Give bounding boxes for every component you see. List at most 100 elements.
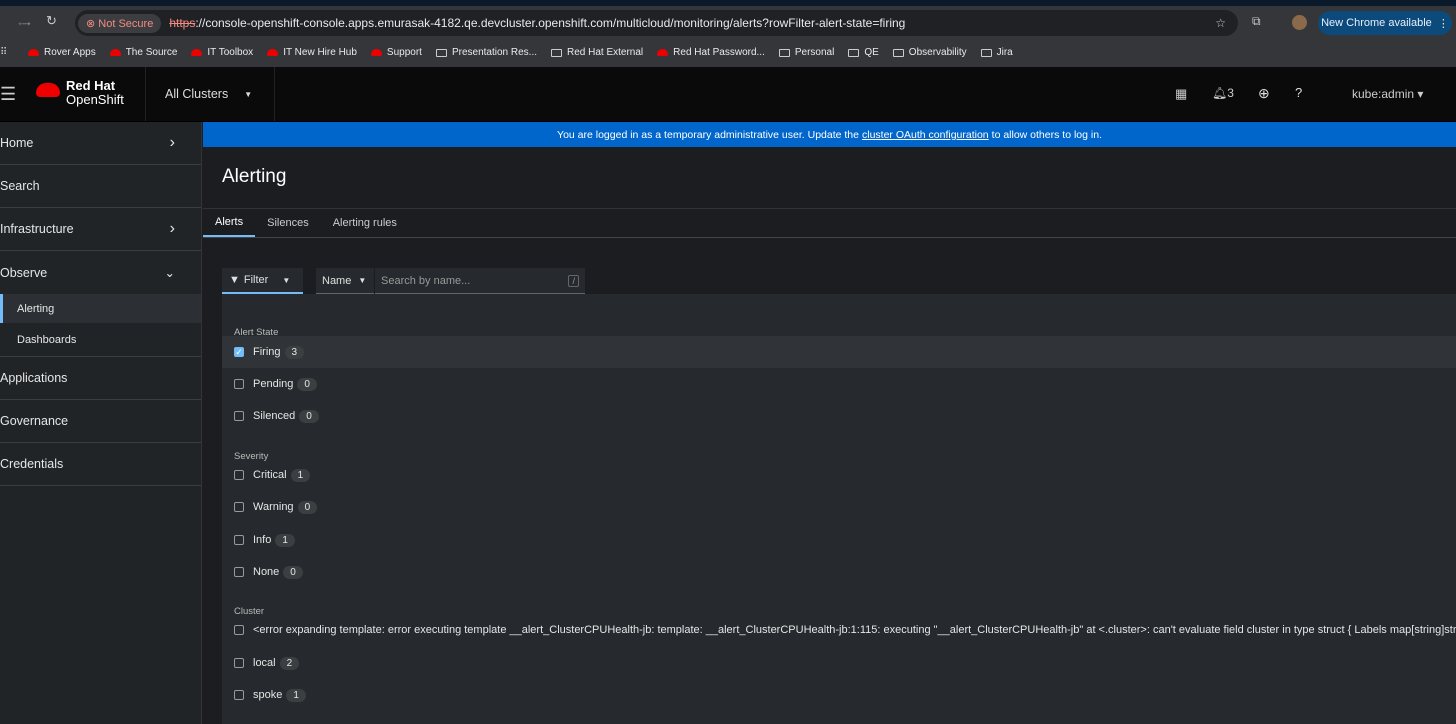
app-launcher-icon[interactable]: ▦ <box>1175 86 1187 102</box>
sidebar-subitem-label: Alerting <box>17 302 55 315</box>
name-label: Name <box>322 274 352 287</box>
cluster-selector[interactable]: All Clusters ▼ <box>145 67 275 121</box>
folder-icon <box>778 48 790 57</box>
filter-label: Filter <box>243 274 269 286</box>
count-badge: 1 <box>290 468 311 482</box>
openshift-logo[interactable]: Red Hat OpenShift <box>36 79 124 107</box>
checkbox[interactable] <box>234 625 244 635</box>
hamburger-menu-icon[interactable]: ☰ <box>0 84 16 105</box>
oauth-config-link[interactable]: cluster OAuth configuration <box>862 129 989 141</box>
bookmark-item[interactable]: Jira <box>980 47 1013 58</box>
filter-dropdown[interactable]: ▼ Filter ▼ <box>222 268 303 294</box>
url-scheme: https <box>169 16 196 30</box>
brand-line1: Red Hat <box>66 78 116 93</box>
sidebar-subitem-dashboards[interactable]: Dashboards <box>0 323 201 357</box>
bookmark-label: The Source <box>125 47 178 58</box>
reload-button[interactable]: ↻ <box>46 13 57 29</box>
apps-icon[interactable]: ⠿ <box>0 47 7 58</box>
banner-text: You are logged in as a temporary adminis… <box>557 128 859 141</box>
count-badge: 0 <box>299 409 319 423</box>
sidebar-item-credentials[interactable]: Credentials <box>0 443 201 486</box>
filter-option-label: None <box>253 566 280 578</box>
caret-down-icon: ▼ <box>282 275 291 285</box>
redhat-icon <box>28 49 39 56</box>
bookmark-label: Support <box>386 47 422 58</box>
bookmark-label: Rover Apps <box>44 47 96 58</box>
star-icon[interactable]: ☆ <box>1215 16 1226 30</box>
address-bar[interactable]: ⊗ Not Secure https://console-openshift-c… <box>75 10 1238 36</box>
checkbox[interactable] <box>234 470 244 480</box>
sidebar-item-label: Governance <box>0 414 69 428</box>
bookmark-label: IT New Hire Hub <box>283 47 357 58</box>
filter-icon: ▼ <box>229 274 240 286</box>
redhat-icon <box>191 49 203 56</box>
tabs: Alerts Silences Alerting rules <box>203 208 1456 238</box>
bookmark-item[interactable]: Personal <box>778 47 834 58</box>
filter-option[interactable]: local 2 <box>222 647 1456 679</box>
not-secure-badge[interactable]: ⊗ Not Secure <box>78 13 162 33</box>
filter-option[interactable]: Info 1 <box>222 524 1456 556</box>
sidebar-item-applications[interactable]: Applications <box>0 357 201 400</box>
redhat-icon <box>657 49 669 56</box>
filter-option[interactable]: Pending 0 <box>222 368 1456 400</box>
filter-option[interactable]: spoke 1 <box>222 679 1456 711</box>
filter-option[interactable]: <error expanding template: error executi… <box>222 614 1456 646</box>
checkbox[interactable]: ✓ <box>234 347 244 357</box>
profile-avatar[interactable] <box>1292 15 1307 30</box>
redhat-icon <box>109 49 121 56</box>
bookmark-item[interactable]: Red Hat Password... <box>657 47 765 58</box>
checkbox[interactable] <box>234 690 244 700</box>
count-badge: 1 <box>275 533 295 547</box>
add-icon[interactable]: ⊕ <box>1258 85 1270 102</box>
sidebar-item-search[interactable]: Search <box>0 165 201 208</box>
search-placeholder: Search by name... <box>381 274 471 287</box>
banner-text-end: to allow others to log in. <box>991 128 1102 141</box>
sidebar-item-home[interactable]: Home › <box>0 122 201 165</box>
bookmark-item[interactable]: IT New Hire Hub <box>267 47 357 58</box>
filter-option[interactable]: Critical 1 <box>222 459 1456 491</box>
bookmark-item[interactable]: Observability <box>892 47 967 58</box>
masthead: ☰ Red Hat OpenShift All Clusters ▼ ▦ 🔔︎3 … <box>0 67 1456 122</box>
new-chrome-button[interactable]: New Chrome available ⋮ <box>1318 11 1452 35</box>
count-badge: 2 <box>279 656 300 670</box>
folder-icon <box>848 48 860 57</box>
tab-silences[interactable]: Silences <box>255 209 321 237</box>
bookmark-item[interactable]: Support <box>370 47 422 58</box>
bookmark-item[interactable]: Red Hat External <box>551 47 643 58</box>
checkbox[interactable] <box>234 502 244 512</box>
sidebar-item-label: Credentials <box>0 457 64 471</box>
sidebar-item-infrastructure[interactable]: Infrastructure › <box>0 208 201 251</box>
filter-option[interactable]: ✓ Firing 3 <box>222 336 1456 368</box>
keyboard-shortcut-hint: / <box>568 274 579 287</box>
checkbox[interactable] <box>234 658 244 668</box>
help-icon[interactable]: ? <box>1295 85 1302 100</box>
checkbox[interactable] <box>234 567 244 577</box>
checkbox[interactable] <box>234 411 244 421</box>
bookmark-item[interactable]: The Source <box>109 47 178 58</box>
bookmark-item[interactable]: IT Toolbox <box>191 47 253 58</box>
user-menu[interactable]: kube:admin ▾ <box>1352 87 1423 101</box>
checkbox[interactable] <box>234 535 244 545</box>
search-input[interactable]: Search by name... / <box>375 268 585 294</box>
user-name: kube:admin <box>1352 87 1415 101</box>
sidebar-subitem-alerting[interactable]: Alerting <box>0 294 201 323</box>
name-attribute-dropdown[interactable]: Name ▼ <box>316 268 374 294</box>
notifications-button[interactable]: 🔔︎3 <box>1212 86 1234 100</box>
filter-option[interactable]: None 0 <box>222 556 1456 588</box>
tab-alerting-rules[interactable]: Alerting rules <box>321 209 409 237</box>
sidebar-item-governance[interactable]: Governance <box>0 400 201 443</box>
checkbox[interactable] <box>234 379 244 389</box>
count-badge: 1 <box>286 688 306 702</box>
bookmark-item[interactable]: Rover Apps <box>28 47 96 58</box>
filter-option[interactable]: Warning 0 <box>222 491 1456 523</box>
bookmark-item[interactable]: QE <box>848 47 879 58</box>
sidebar-item-label: Infrastructure <box>0 222 74 236</box>
filter-option-label: Silenced <box>253 410 296 422</box>
extensions-icon[interactable]: ⧉ <box>1252 14 1261 29</box>
folder-icon <box>435 48 447 57</box>
bookmark-item[interactable]: Presentation Res... <box>435 47 537 58</box>
filter-option[interactable]: Silenced 0 <box>222 400 1456 432</box>
forward-button[interactable]: → <box>20 14 33 29</box>
tab-alerts[interactable]: Alerts <box>203 209 256 237</box>
sidebar-item-observe[interactable]: Observe ⌄ <box>0 251 201 294</box>
